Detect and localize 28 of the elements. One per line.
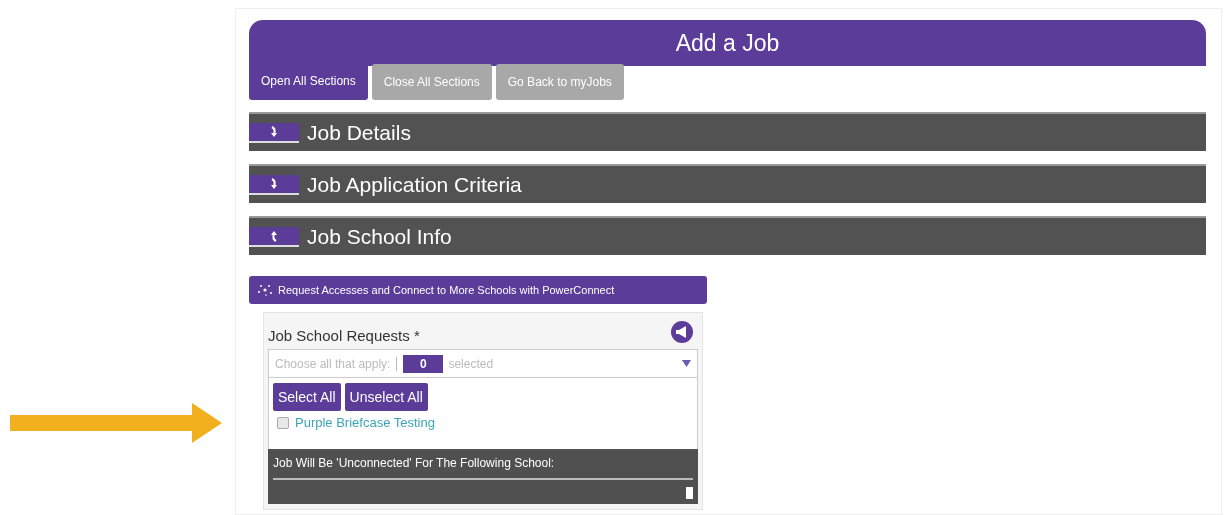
select-button[interactable]: Unselect All (344, 383, 428, 411)
multiselect-field[interactable]: Choose all that apply: 0 selected (268, 349, 698, 378)
checkbox[interactable] (277, 416, 289, 429)
toggle-button[interactable] (249, 174, 299, 195)
curved-arrow-icon (268, 125, 280, 138)
toggle-button[interactable] (249, 122, 299, 143)
megaphone-icon[interactable] (671, 321, 693, 343)
scroll-handle[interactable] (686, 487, 693, 499)
section-header[interactable]: Job Application Criteria (249, 164, 1206, 203)
section-title: Job Application Criteria (307, 171, 522, 198)
field-label: Job School Requests * (268, 325, 420, 346)
selected-count: 0 (403, 354, 444, 373)
pointer-arrow-icon (10, 403, 222, 443)
network-icon (257, 284, 273, 296)
footer-text: Job Will Be 'Unconnected' For The Following School: (273, 455, 556, 472)
section-header[interactable]: Job School Info (249, 216, 1206, 255)
page-title: Add a Job (675, 28, 780, 58)
section-header[interactable]: Job Details (249, 112, 1206, 151)
count-label: selected (448, 355, 494, 373)
dropdown-caret-icon (682, 360, 691, 367)
powerconnect-button[interactable]: Request Accesses and Connect to More Schools with PowerConnect (249, 276, 707, 304)
curved-arrow-icon (268, 177, 280, 190)
toggle-button[interactable] (249, 226, 299, 247)
section-title: Job School Info (307, 223, 452, 250)
section-title: Job Details (307, 119, 411, 146)
placeholder-text: Choose all that apply: (275, 355, 391, 373)
select-button[interactable]: Select All (273, 383, 341, 411)
curved-arrow-icon (268, 229, 280, 242)
